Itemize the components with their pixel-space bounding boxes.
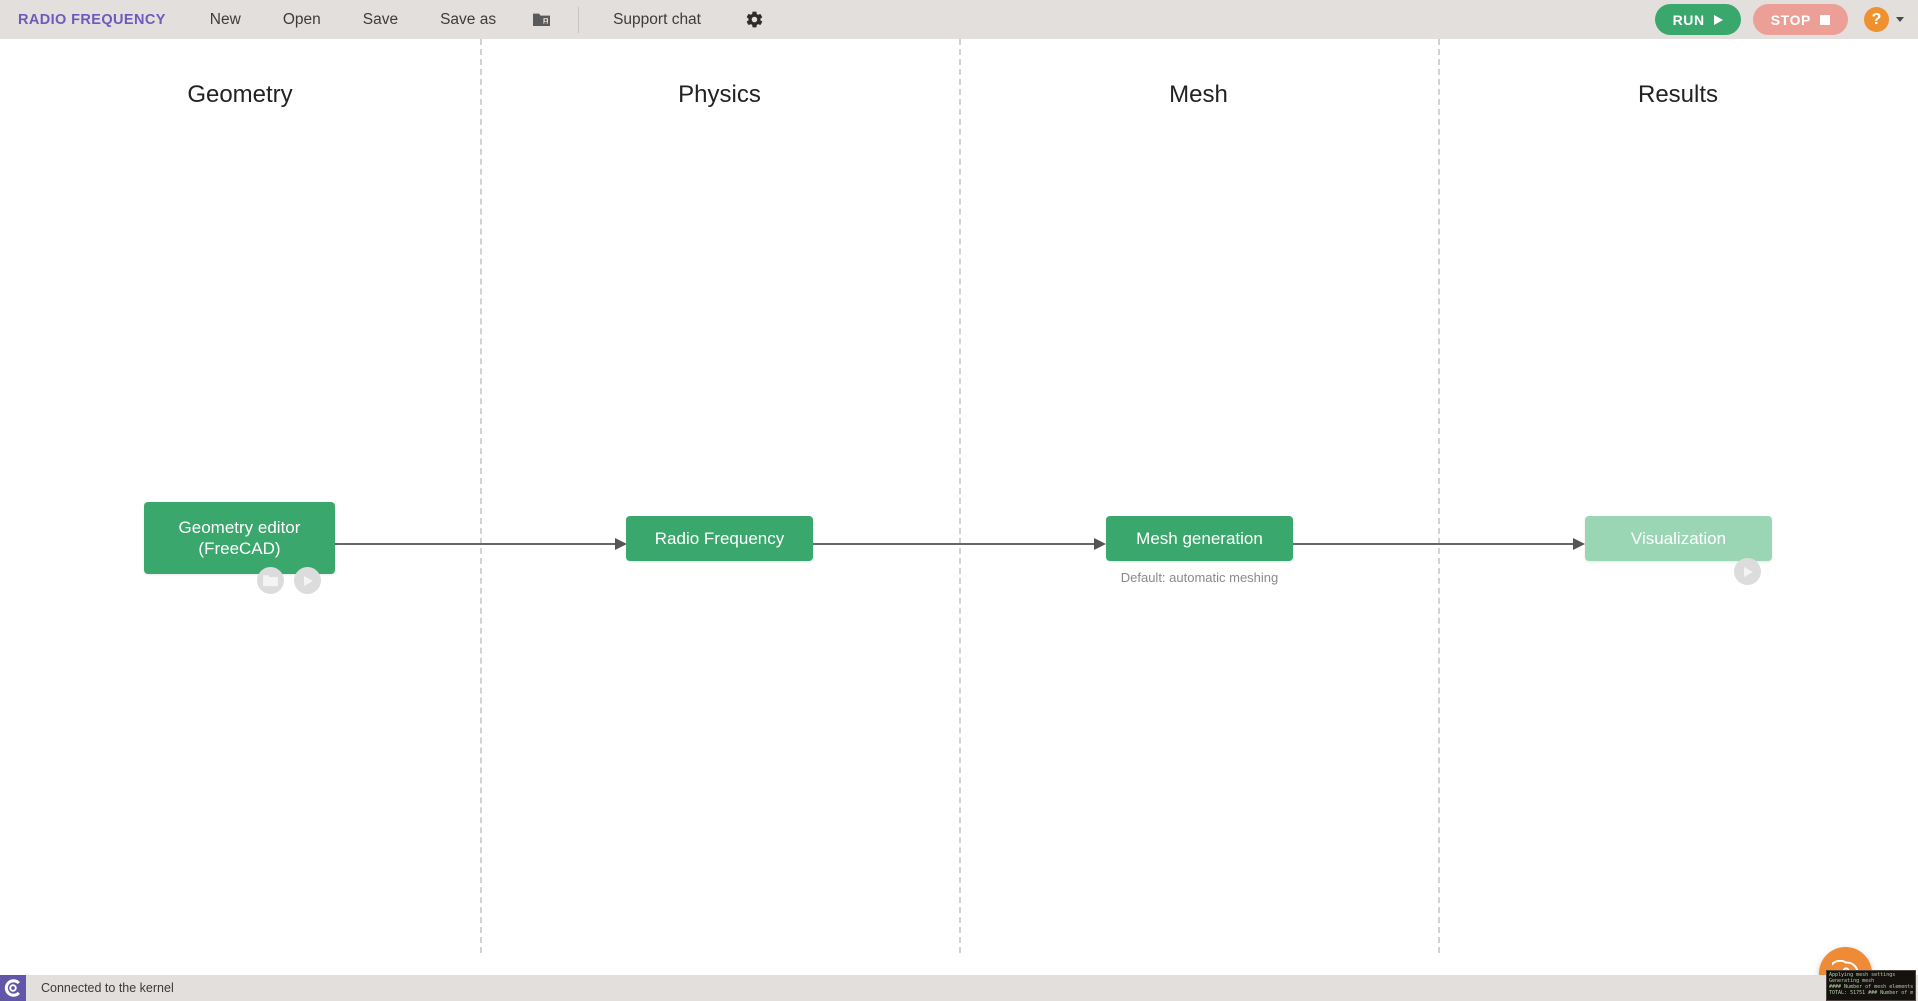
node-radio-frequency[interactable]: Radio Frequency <box>626 516 813 561</box>
connector-physics-to-mesh <box>813 538 1106 550</box>
menu-item-save-as[interactable]: Save as <box>430 7 506 33</box>
gear-icon[interactable] <box>741 7 767 33</box>
chevron-down-icon[interactable] <box>1896 17 1904 22</box>
node-visualization-run-button[interactable] <box>1734 558 1761 585</box>
column-divider-geometry-physics <box>480 39 482 953</box>
run-button-label: RUN <box>1672 11 1705 28</box>
toolbar-divider <box>578 6 580 33</box>
log-output-thumbnail[interactable]: Applying mesh settings Generating mesh #… <box>1826 970 1916 1001</box>
column-divider-mesh-results <box>1438 39 1440 953</box>
stop-button[interactable]: STOP <box>1752 4 1848 35</box>
column-header-geometry: Geometry <box>187 81 293 108</box>
column-header-physics: Physics <box>678 81 761 108</box>
folder-account-icon[interactable] <box>528 7 554 33</box>
menu-item-open[interactable]: Open <box>273 7 331 33</box>
play-icon <box>1744 566 1753 577</box>
node-geometry-editor[interactable]: Geometry editor (FreeCAD) <box>144 502 335 574</box>
menu-item-support-chat[interactable]: Support chat <box>603 7 711 33</box>
run-button[interactable]: RUN <box>1654 4 1741 35</box>
kernel-logo-icon <box>0 975 26 1001</box>
menu-item-new[interactable]: New <box>200 7 251 33</box>
menu-item-save[interactable]: Save <box>353 7 408 33</box>
stop-square-icon <box>1820 14 1830 25</box>
app-title: RADIO FREQUENCY <box>18 11 166 28</box>
play-icon <box>304 575 313 586</box>
play-icon <box>1713 14 1723 25</box>
node-visualization[interactable]: Visualization <box>1585 516 1772 561</box>
toolbar-actions: RUN STOP ? <box>1654 4 1904 35</box>
log-line: TOTAL: 51751 ### Number of m <box>1829 990 1913 996</box>
column-divider-physics-mesh <box>959 39 961 953</box>
node-mesh-generation-caption: Default: automatic meshing <box>1120 570 1279 585</box>
column-header-mesh: Mesh <box>1169 81 1228 108</box>
connector-mesh-to-results <box>1292 538 1585 550</box>
stop-button-label: STOP <box>1770 11 1811 28</box>
help-button[interactable]: ? <box>1864 7 1889 32</box>
node-mesh-generation[interactable]: Mesh generation <box>1106 516 1293 561</box>
top-toolbar: RADIO FREQUENCY New Open Save Save as Su… <box>0 0 1918 39</box>
node-geometry-run-button[interactable] <box>294 567 321 594</box>
column-header-results: Results <box>1637 81 1719 108</box>
status-bar: Connected to the kernel <box>0 975 1918 1001</box>
kernel-status-text: Connected to the kernel <box>41 981 174 995</box>
node-geometry-open-folder-button[interactable] <box>257 567 284 594</box>
workflow-canvas: Geometry Physics Mesh Results Geometry e… <box>0 39 1918 1000</box>
connector-geometry-to-physics <box>334 538 627 550</box>
